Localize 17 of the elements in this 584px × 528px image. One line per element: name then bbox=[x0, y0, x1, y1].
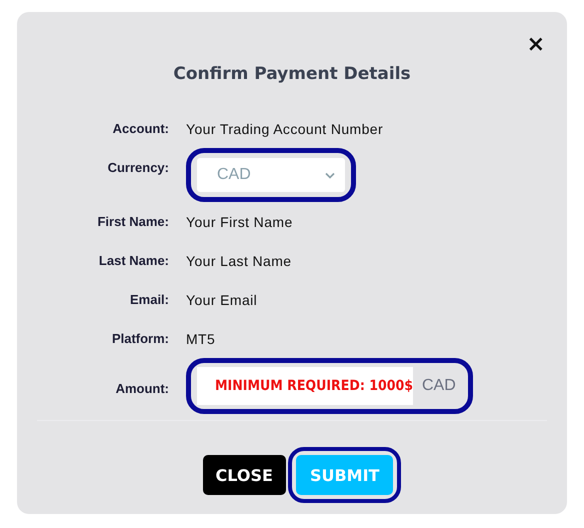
field-label: Account: bbox=[112, 121, 169, 136]
field-value: Your Email bbox=[186, 292, 258, 308]
chevron-down-icon bbox=[325, 172, 335, 178]
field-label: Email: bbox=[128, 292, 169, 307]
field-label: Amount: bbox=[114, 380, 169, 396]
currency-suffix: CAD bbox=[422, 377, 456, 395]
field-label: First Name: bbox=[96, 214, 169, 229]
field-label: Currency: bbox=[106, 159, 169, 175]
field-value: Your Last Name bbox=[186, 252, 292, 268]
dialog-title: Confirm Payment Details bbox=[172, 64, 412, 84]
amount-field[interactable]: MINIMUM REQUIRED: 1000$ bbox=[197, 367, 413, 405]
close-button[interactable]: CLOSE bbox=[202, 455, 286, 495]
field-value: Your First Name bbox=[186, 214, 293, 230]
field-label: Platform: bbox=[110, 331, 169, 346]
field-label: Last Name: bbox=[98, 253, 169, 268]
field-value: Your Trading Account Number bbox=[186, 120, 384, 136]
field-value: MT5 bbox=[186, 330, 216, 346]
